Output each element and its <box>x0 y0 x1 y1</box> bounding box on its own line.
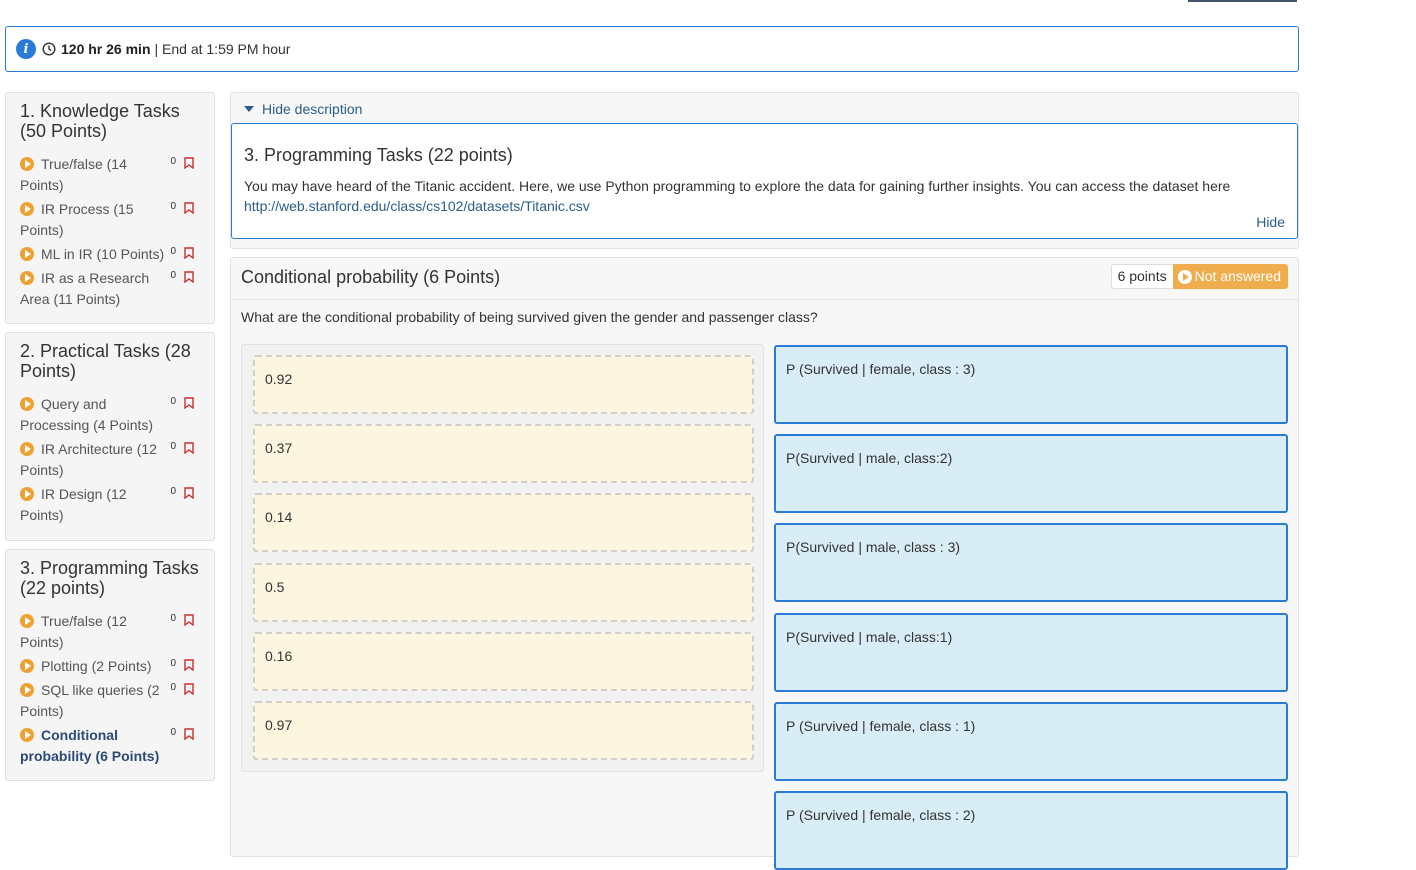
bookmark-icon[interactable] <box>184 157 194 169</box>
sidebar-item-ir-research[interactable]: IR as a Research Area (11 Points) 0 <box>20 268 204 310</box>
play-icon <box>20 442 34 456</box>
play-icon <box>20 614 34 628</box>
sidebar-item-true-false-programming[interactable]: True/false (12 Points) 0 <box>20 611 204 653</box>
item-count: 0 <box>170 246 176 257</box>
description-panel: Hide description 3. Programming Tasks (2… <box>230 92 1299 249</box>
bookmark-icon[interactable] <box>184 728 194 740</box>
sidebar-item-label: SQL like queries (2 Points) <box>20 682 160 719</box>
item-count: 0 <box>170 396 176 407</box>
sidebar-item-true-false[interactable]: True/false (14 Points) 0 <box>20 154 204 196</box>
play-icon <box>20 487 34 501</box>
drag-choice[interactable]: 0.5 <box>253 563 754 622</box>
question-title: Conditional probability (6 Points) <box>241 267 501 287</box>
drop-target[interactable]: P (Survived | female, class : 2) <box>774 791 1288 870</box>
bookmark-icon[interactable] <box>184 442 194 454</box>
choices-pool: 0.92 0.37 0.14 0.5 0.16 0.97 <box>241 344 764 772</box>
hide-link[interactable]: Hide <box>1256 214 1285 230</box>
timer-duration: 120 hr 26 min <box>61 41 151 57</box>
item-count: 0 <box>170 727 176 738</box>
section-title: 2. Practical Tasks (28 Points) <box>20 341 191 381</box>
bookmark-icon[interactable] <box>184 247 194 259</box>
play-icon <box>20 683 34 697</box>
drop-target[interactable]: P(Survived | male, class:1) <box>774 613 1288 692</box>
drag-choice[interactable]: 0.37 <box>253 424 754 483</box>
status-badge: Not answered <box>1172 264 1288 289</box>
bookmark-icon[interactable] <box>184 202 194 214</box>
drag-choice[interactable]: 0.97 <box>253 701 754 760</box>
drop-target[interactable]: P (Survived | female, class : 3) <box>774 345 1288 424</box>
drop-target[interactable]: P(Survived | male, class:2) <box>774 434 1288 513</box>
description-box: 3. Programming Tasks (22 points) You may… <box>231 123 1298 239</box>
sidebar-item-label: IR Design (12 Points) <box>20 486 127 523</box>
drop-target[interactable]: P(Survived | male, class : 3) <box>774 523 1288 602</box>
dataset-link[interactable]: http://web.stanford.edu/class/cs102/data… <box>244 196 1285 216</box>
sidebar-item-ml-in-ir[interactable]: ML in IR (10 Points) 0 <box>20 244 204 265</box>
sidebar-item-label: IR Architecture (12 Points) <box>20 441 157 478</box>
play-icon <box>20 202 34 216</box>
sidebar-item-label: IR Process (15 Points) <box>20 201 134 238</box>
bookmark-icon[interactable] <box>184 397 194 409</box>
drag-choice[interactable]: 0.14 <box>253 493 754 552</box>
description-text: You may have heard of the Titanic accide… <box>244 176 1285 216</box>
sidebar-item-sql-queries[interactable]: SQL like queries (2 Points) 0 <box>20 680 204 722</box>
question-panel: Conditional probability (6 Points) 6 poi… <box>230 257 1299 870</box>
drag-choice[interactable]: 0.92 <box>253 355 754 414</box>
description-body: You may have heard of the Titanic accide… <box>244 178 1231 194</box>
section-title: 3. Programming Tasks (22 points) <box>20 558 199 598</box>
points-badge: 6 points <box>1110 264 1173 289</box>
item-count: 0 <box>170 486 176 497</box>
hide-description-toggle[interactable]: Hide description <box>244 101 362 117</box>
item-count: 0 <box>170 658 176 669</box>
drop-target[interactable]: P (Survived | female, class : 1) <box>774 702 1288 781</box>
sidebar-item-label: Plotting (2 Points) <box>41 658 152 674</box>
sidebar-item-conditional-probability[interactable]: Conditional probability (6 Points) 0 <box>20 725 204 767</box>
item-count: 0 <box>170 613 176 624</box>
play-circle-icon <box>1177 269 1192 284</box>
sidebar-item-query-processing[interactable]: Query and Processing (4 Points) 0 <box>20 394 204 436</box>
caret-down-icon <box>244 106 254 112</box>
sidebar-section-practical: 2. Practical Tasks (28 Points) Query and… <box>5 332 215 541</box>
play-icon <box>20 659 34 673</box>
item-count: 0 <box>170 201 176 212</box>
play-icon <box>20 728 34 742</box>
question-prompt: What are the conditional probability of … <box>241 309 818 325</box>
timer-end-text: | End at 1:59 PM hour <box>154 41 291 57</box>
top-nav-underline <box>1188 0 1297 2</box>
bookmark-icon[interactable] <box>184 659 194 671</box>
bookmark-icon[interactable] <box>184 271 194 283</box>
status-label: Not answered <box>1194 268 1281 284</box>
section-title: 1. Knowledge Tasks (50 Points) <box>20 101 180 141</box>
sidebar-section-knowledge: 1. Knowledge Tasks (50 Points) True/fals… <box>5 92 215 324</box>
item-count: 0 <box>170 156 176 167</box>
sidebar-item-label: True/false (12 Points) <box>20 613 127 650</box>
item-count: 0 <box>170 682 176 693</box>
clock-icon <box>42 42 56 56</box>
sidebar-section-programming: 3. Programming Tasks (22 points) True/fa… <box>5 549 215 781</box>
bookmark-icon[interactable] <box>184 683 194 695</box>
question-badges: 6 points Not answered <box>1110 264 1288 289</box>
sidebar-item-plotting[interactable]: Plotting (2 Points) 0 <box>20 656 204 677</box>
sidebar-item-label: Conditional probability (6 Points) <box>20 727 160 764</box>
description-title: 3. Programming Tasks (22 points) <box>244 145 513 165</box>
item-count: 0 <box>170 270 176 281</box>
sidebar-item-label: ML in IR (10 Points) <box>41 246 165 262</box>
bookmark-icon[interactable] <box>184 614 194 626</box>
play-icon <box>20 397 34 411</box>
drag-choice[interactable]: 0.16 <box>253 632 754 691</box>
sidebar-item-ir-design[interactable]: IR Design (12 Points) 0 <box>20 484 204 526</box>
item-count: 0 <box>170 441 176 452</box>
info-icon: i <box>16 39 36 59</box>
play-icon <box>20 157 34 171</box>
play-icon <box>20 271 34 285</box>
timer-bar: i 120 hr 26 min | End at 1:59 PM hour <box>5 26 1299 72</box>
bookmark-icon[interactable] <box>184 487 194 499</box>
sidebar-item-label: True/false (14 Points) <box>20 156 127 193</box>
sidebar-item-label: IR as a Research Area (11 Points) <box>20 270 150 307</box>
sidebar-item-label: Query and Processing (4 Points) <box>20 396 154 433</box>
hide-description-label: Hide description <box>262 101 363 117</box>
play-icon <box>20 247 34 261</box>
question-header: Conditional probability (6 Points) 6 poi… <box>231 258 1298 300</box>
sidebar-item-ir-process[interactable]: IR Process (15 Points) 0 <box>20 199 204 241</box>
sidebar-item-ir-architecture[interactable]: IR Architecture (12 Points) 0 <box>20 439 204 481</box>
